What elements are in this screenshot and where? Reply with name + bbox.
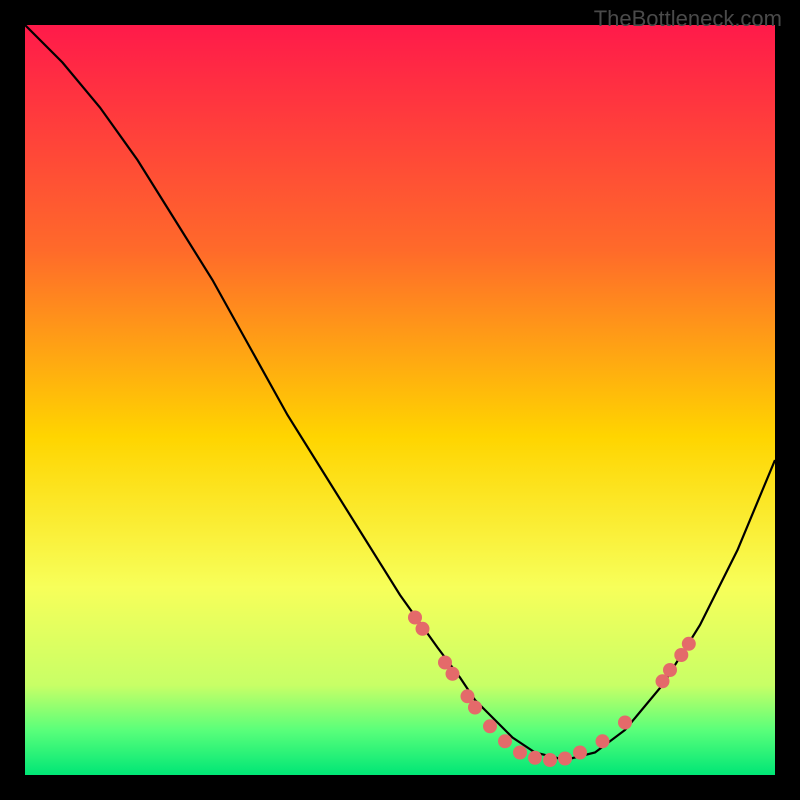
data-marker	[468, 701, 482, 715]
data-marker	[663, 663, 677, 677]
data-marker	[446, 667, 460, 681]
data-marker	[528, 751, 542, 765]
gradient-background	[25, 25, 775, 775]
data-marker	[483, 719, 497, 733]
data-marker	[513, 746, 527, 760]
data-marker	[498, 734, 512, 748]
data-marker	[618, 716, 632, 730]
data-marker	[573, 746, 587, 760]
watermark-text: TheBottleneck.com	[594, 6, 782, 32]
chart-container	[25, 25, 775, 775]
data-marker	[543, 753, 557, 767]
data-marker	[596, 734, 610, 748]
data-marker	[682, 637, 696, 651]
bottleneck-chart	[25, 25, 775, 775]
data-marker	[416, 622, 430, 636]
data-marker	[558, 752, 572, 766]
